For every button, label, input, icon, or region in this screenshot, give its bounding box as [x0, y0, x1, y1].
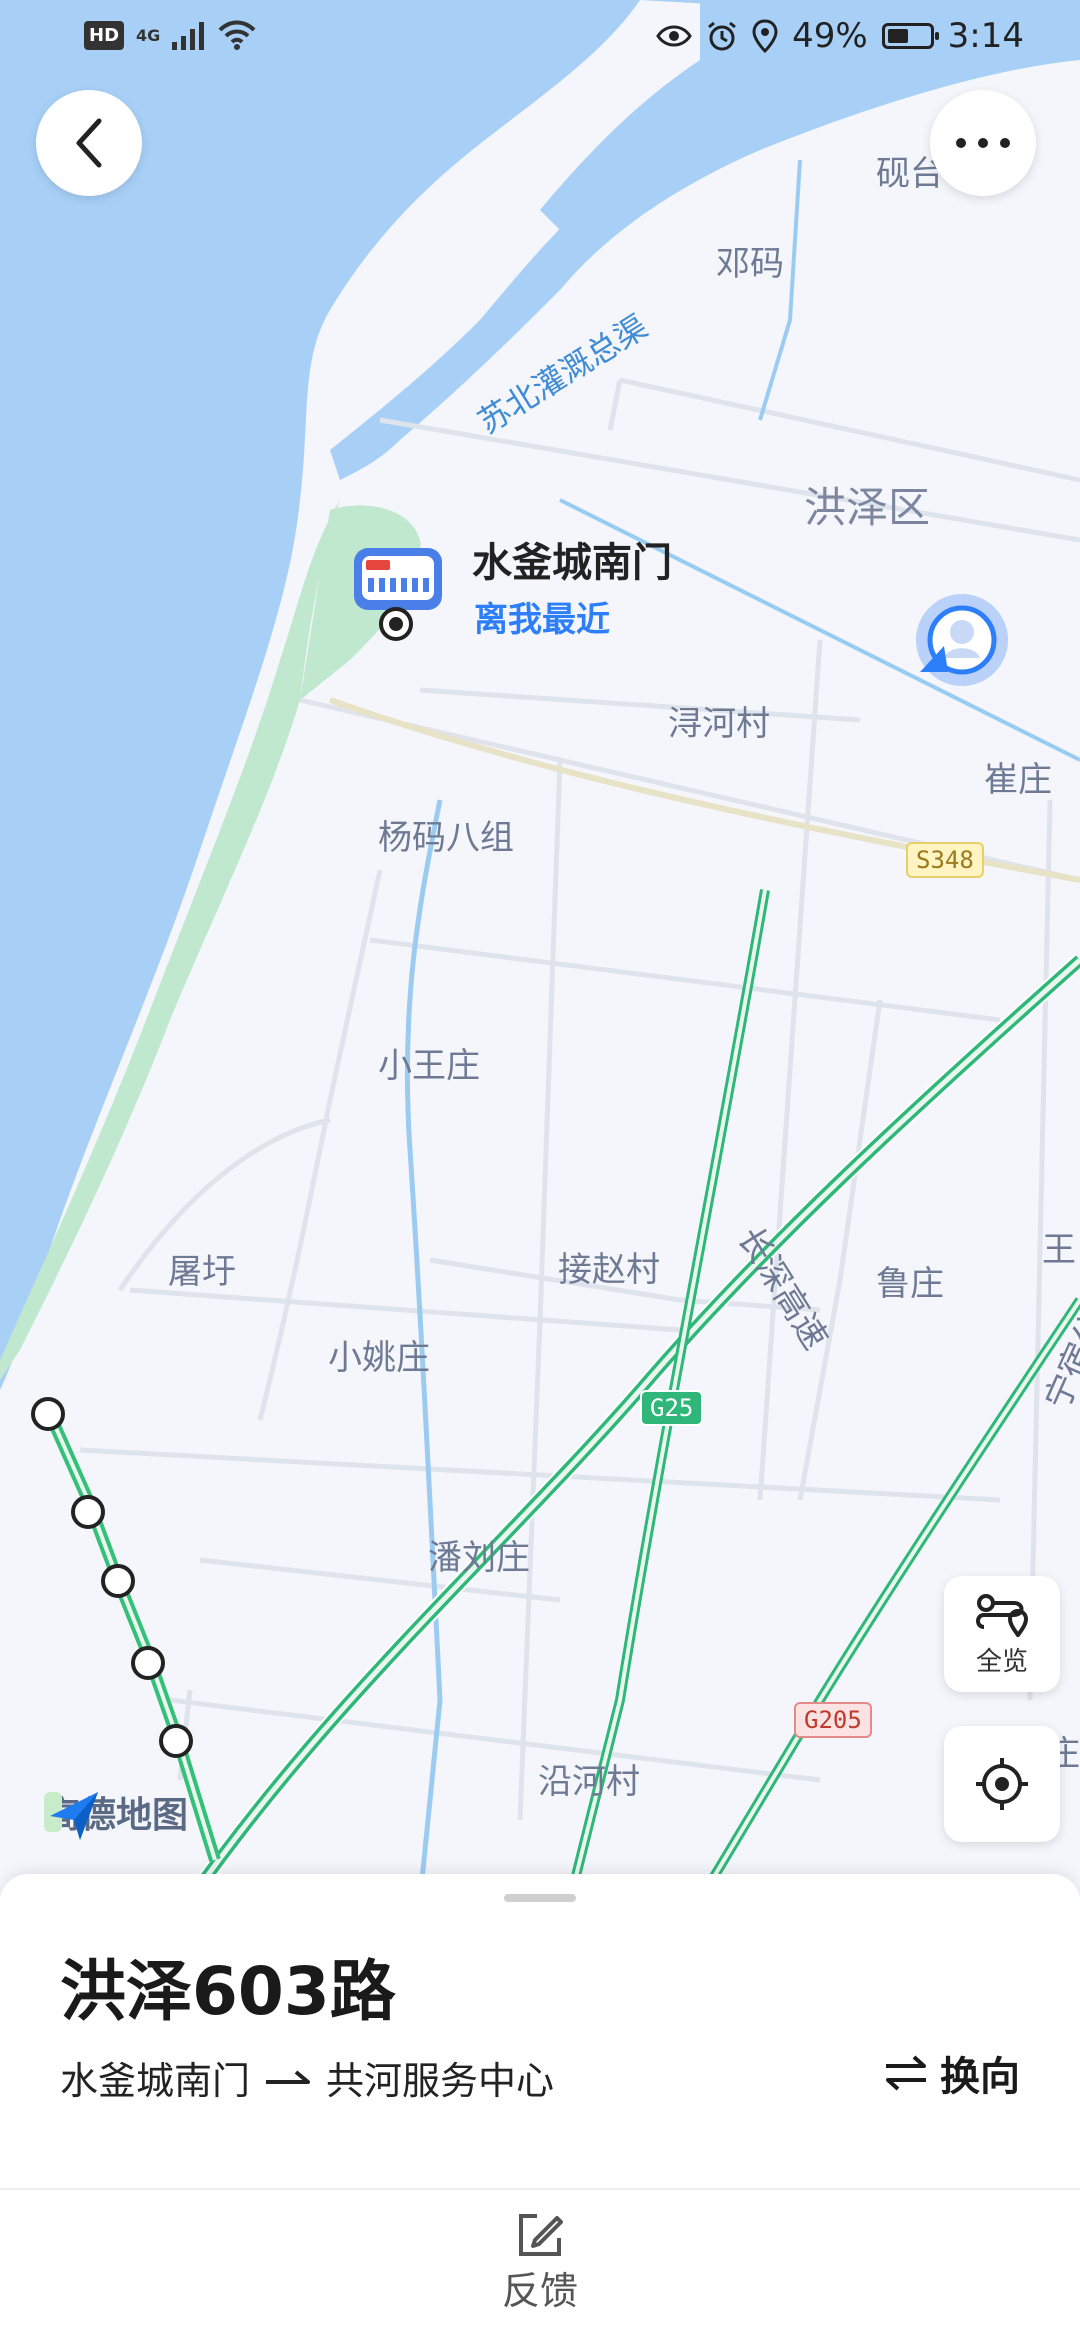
- hd-icon: HD: [84, 20, 125, 50]
- locate-button[interactable]: [944, 1726, 1060, 1842]
- back-button[interactable]: [36, 90, 142, 196]
- map-label: 浔河村: [668, 704, 770, 744]
- edit-icon: [519, 2214, 563, 2256]
- route-stop-dot: [131, 1646, 165, 1680]
- more-button[interactable]: [930, 90, 1036, 196]
- status-left: HD 4G: [84, 20, 256, 50]
- route-from: 水釜城南门: [60, 2059, 251, 2103]
- location-pin-icon: [752, 19, 778, 53]
- amap-logo: 高德地图: [44, 1786, 188, 1840]
- eye-icon: [656, 25, 692, 47]
- alarm-icon: [708, 21, 736, 51]
- map-label: 崔庄: [984, 760, 1052, 800]
- map-label: 杨码八组: [378, 818, 514, 858]
- wifi-icon: [218, 20, 256, 50]
- direction-arrow-icon: [266, 2069, 311, 2084]
- battery-percent: 49%: [792, 16, 868, 56]
- feedback-button[interactable]: 反馈: [470, 2210, 610, 2315]
- switch-direction-button[interactable]: 换向: [884, 2044, 1020, 2102]
- road-shield-s348: S348: [906, 842, 984, 878]
- user-location-icon: [916, 594, 1008, 686]
- signal-icon: [172, 22, 205, 50]
- map-label: 小王庄: [378, 1046, 480, 1086]
- battery-level: [887, 29, 908, 43]
- map-canvas: [0, 0, 1080, 1900]
- map-label-district: 洪泽区: [804, 483, 931, 532]
- status-bar: HD 4G 49% 3:14: [0, 0, 1080, 80]
- route-direction: 水釜城南门 共河服务中心: [60, 2050, 554, 2105]
- map-label: 沿河村: [538, 1762, 640, 1802]
- map-label: 王: [1042, 1230, 1076, 1270]
- route-name: 洪泽603路: [60, 1953, 396, 2030]
- map-label: 接赵村: [558, 1250, 660, 1290]
- switch-direction-label: 换向: [940, 2054, 1020, 2100]
- route-stop-dot: [101, 1564, 135, 1598]
- route-stop-dot: [31, 1397, 65, 1431]
- more-dots-icon: [956, 138, 1010, 148]
- status-right: 49% 3:14: [656, 16, 1024, 56]
- bus-stop-icon: [354, 548, 442, 641]
- back-arrow-icon: [76, 118, 102, 168]
- sheet-divider: [0, 2188, 1080, 2190]
- road-shield-g25: G25: [640, 1390, 704, 1426]
- clock: 3:14: [947, 16, 1024, 56]
- swap-icon: [886, 2055, 926, 2091]
- locate-icon: [976, 1758, 1028, 1810]
- road-shield-g205: G205: [794, 1702, 872, 1738]
- battery-tip: [934, 32, 939, 40]
- route-stop-dot: [159, 1724, 193, 1758]
- map-label: 潘刘庄: [428, 1538, 530, 1578]
- amap-logo-icon: [44, 1792, 98, 1840]
- drag-handle[interactable]: [504, 1894, 576, 1902]
- nearest-tag: 离我最近: [474, 600, 610, 640]
- route-stop-dot: [71, 1495, 105, 1529]
- overview-label: 全览: [975, 1646, 1028, 1677]
- map-label: 邓码: [716, 244, 784, 284]
- route-info-sheet[interactable]: 洪泽603路 水釜城南门 共河服务中心 换向 反馈: [0, 1874, 1080, 2340]
- feedback-label: 反馈: [501, 2269, 578, 2313]
- battery-icon: [881, 23, 939, 49]
- stop-name[interactable]: 水釜城南门: [472, 530, 672, 588]
- route-to: 共河服务中心: [326, 2059, 555, 2103]
- map-label: 屠圩: [168, 1252, 236, 1292]
- map-label: 鲁庄: [876, 1264, 944, 1304]
- overview-button[interactable]: 全览: [944, 1576, 1060, 1692]
- network-type: 4G: [136, 25, 161, 45]
- map-label: 小姚庄: [328, 1338, 430, 1378]
- route-overview-icon: [976, 1593, 1029, 1637]
- map-view[interactable]: 砚台 邓码 苏北灌溉总渠 洪泽区 浔河村 崔庄 杨码八组 小王庄 屠圩 接赵村 …: [0, 0, 1080, 1900]
